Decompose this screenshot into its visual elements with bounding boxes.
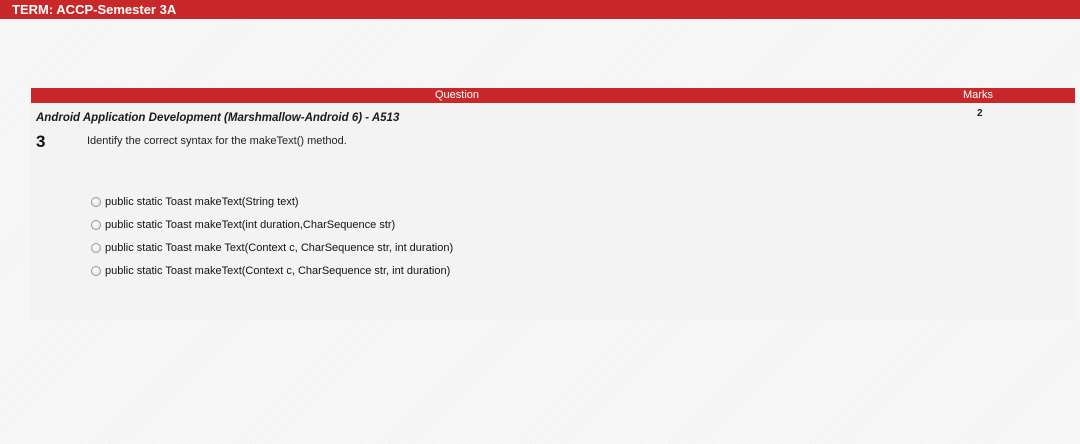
answer-option-label: public static Toast make Text(Context c,…	[105, 242, 454, 254]
subject-title: Android Application Development (Marshma…	[36, 112, 400, 124]
answer-option-2[interactable]: public static Toast makeText(int duratio…	[91, 218, 491, 233]
question-text: Identify the correct syntax for the make…	[87, 135, 347, 147]
term-title: TERM: ACCP-Semester 3A	[12, 2, 177, 17]
answer-option-3[interactable]: public static Toast make Text(Context c,…	[91, 241, 461, 256]
question-number: 3	[36, 132, 46, 151]
question-panel: Question Marks Android Application Devel…	[31, 88, 1075, 318]
radio-button-3[interactable]	[91, 243, 101, 253]
radio-button-2[interactable]	[91, 220, 101, 230]
term-title-bar: TERM: ACCP-Semester 3A	[0, 0, 1080, 19]
answer-option-1[interactable]: public static Toast makeText(String text…	[91, 195, 491, 210]
radio-button-4[interactable]	[91, 266, 101, 276]
marks-value: 2	[977, 108, 983, 119]
table-header-row: Question Marks	[31, 88, 1075, 103]
answer-option-label: public static Toast makeText(String text…	[105, 196, 299, 208]
question-column-header: Question	[435, 89, 480, 101]
answer-option-label: public static Toast makeText(Context c, …	[105, 265, 451, 277]
radio-button-1[interactable]	[91, 197, 101, 207]
answer-options: public static Toast makeText(String text…	[91, 195, 491, 287]
answer-option-4[interactable]: public static Toast makeText(Context c, …	[91, 264, 491, 279]
marks-column-header: Marks	[963, 89, 993, 101]
answer-option-label: public static Toast makeText(int duratio…	[105, 219, 396, 231]
